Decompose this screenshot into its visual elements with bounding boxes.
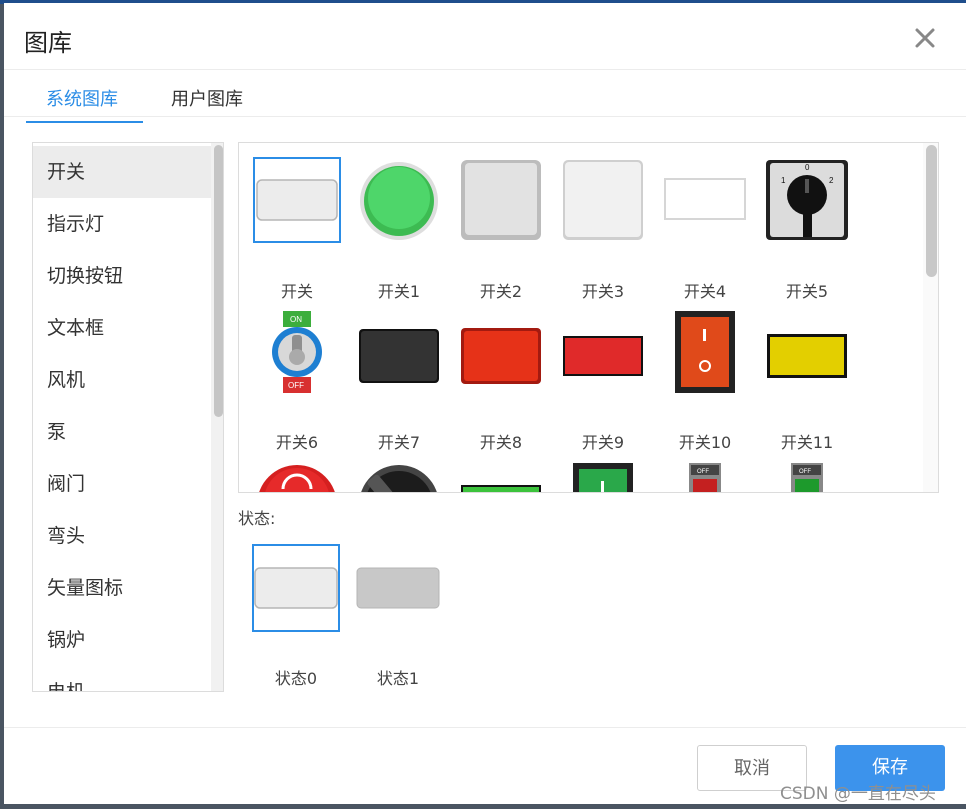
svg-text:1: 1: [781, 176, 786, 185]
footer-divider: [4, 727, 966, 728]
state-0-option[interactable]: [252, 544, 340, 632]
image-caption: 开关11: [780, 433, 834, 452]
category-item-pump[interactable]: 泵: [33, 406, 211, 458]
tab-user-gallery[interactable]: 用户图库: [171, 85, 243, 111]
header-divider: [4, 69, 966, 70]
tab-divider: [4, 116, 966, 117]
image-switch-7[interactable]: [355, 309, 443, 395]
svg-text:OFF: OFF: [799, 469, 811, 475]
image-switch-4[interactable]: [661, 157, 749, 243]
image-caption: 开关8: [479, 433, 523, 452]
svg-text:OFF: OFF: [288, 381, 304, 390]
image-switch-8[interactable]: [457, 309, 545, 395]
category-item-motor[interactable]: 电机: [33, 666, 211, 691]
image-emergency-stop[interactable]: [253, 459, 341, 492]
close-icon[interactable]: [910, 23, 940, 53]
category-scrollbar-thumb[interactable]: [214, 145, 223, 417]
dialog-title: 图库: [24, 29, 72, 57]
gallery-dialog: 图库 系统图库 用户图库 开关 指示灯 切换按钮 文本框 风机 泵 阀门 弯头 …: [4, 3, 966, 804]
state-label: 状态:: [238, 509, 276, 528]
image-green-switch[interactable]: [457, 459, 545, 492]
image-caption: 开关10: [678, 433, 732, 452]
image-caption: 开关3: [581, 282, 625, 301]
category-item-vector-icons[interactable]: 矢量图标: [33, 562, 211, 614]
category-item-switch[interactable]: 开关: [33, 146, 211, 198]
image-caption: 开关: [280, 282, 313, 301]
category-item-valve[interactable]: 阀门: [33, 458, 211, 510]
svg-text:OFF: OFF: [697, 469, 709, 475]
category-item-toggle-button[interactable]: 切换按钮: [33, 250, 211, 302]
state-caption: 状态1: [376, 669, 420, 688]
image-caption: 开关4: [683, 282, 727, 301]
image-green-lever[interactable]: OFF: [763, 459, 851, 492]
active-tab-indicator: [26, 121, 143, 123]
svg-text:0: 0: [805, 163, 810, 172]
category-item-indicator[interactable]: 指示灯: [33, 198, 211, 250]
image-switch-3[interactable]: [559, 157, 647, 243]
image-switch-6[interactable]: ON OFF: [253, 309, 341, 395]
image-grid: 1 0 2 开关 开关1 开关2 开关3 开关4 开关5 ON OFF 开关6 开关7…: [238, 142, 939, 493]
image-grid-scrollbar-thumb[interactable]: [926, 145, 937, 277]
tab-system-gallery[interactable]: 系统图库: [46, 85, 118, 111]
image-grid-scrollbar[interactable]: [923, 143, 938, 492]
category-item-fan[interactable]: 风机: [33, 354, 211, 406]
image-switch-5[interactable]: 1 0 2: [763, 157, 851, 243]
image-switch-2[interactable]: [457, 157, 545, 243]
category-item-elbow[interactable]: 弯头: [33, 510, 211, 562]
state-1-option[interactable]: [354, 544, 442, 632]
state-caption: 状态0: [274, 669, 318, 688]
image-switch-9[interactable]: [559, 309, 647, 395]
category-scrollbar[interactable]: [211, 143, 223, 691]
image-caption: 开关7: [377, 433, 421, 452]
image-green-rocker[interactable]: [559, 459, 647, 492]
image-caption: 开关2: [479, 282, 523, 301]
category-item-textbox[interactable]: 文本框: [33, 302, 211, 354]
svg-text:ON: ON: [290, 315, 302, 324]
category-list: 开关 指示灯 切换按钮 文本框 风机 泵 阀门 弯头 矢量图标 锅炉 电机: [32, 142, 224, 692]
category-item-boiler[interactable]: 锅炉: [33, 614, 211, 666]
image-switch[interactable]: [253, 157, 341, 243]
image-caption: 开关6: [275, 433, 319, 452]
svg-text:2: 2: [829, 176, 834, 185]
image-rotary-knob[interactable]: [355, 459, 443, 492]
image-caption: 开关1: [377, 282, 421, 301]
image-caption: 开关5: [785, 282, 829, 301]
image-switch-11[interactable]: [763, 309, 851, 395]
image-switch-1[interactable]: [355, 157, 443, 243]
watermark: CSDN @一直在尽头: [780, 784, 936, 804]
image-caption: 开关9: [581, 433, 625, 452]
image-red-lever[interactable]: OFF: [661, 459, 749, 492]
image-switch-10[interactable]: [661, 309, 749, 395]
